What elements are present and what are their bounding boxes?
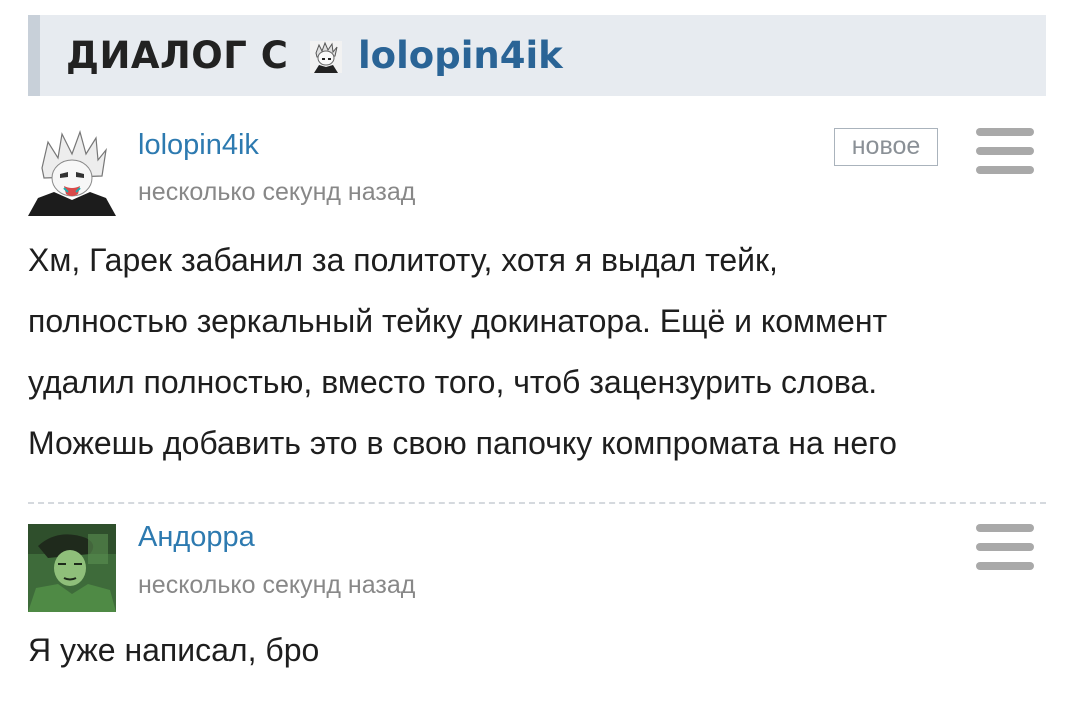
page-title: ДИАЛОГ С xyxy=(66,34,289,77)
user-avatar[interactable] xyxy=(28,128,116,216)
message-text-line: Я уже написал, бро xyxy=(28,632,320,668)
message-text-line: удалил полностью, вместо того, чтоб заце… xyxy=(28,364,878,400)
hamburger-menu-icon[interactable] xyxy=(976,524,1034,570)
header-accent-bar xyxy=(28,15,40,96)
message-text-line: Можешь добавить это в свою папочку компр… xyxy=(28,425,897,461)
message-text-line: полностью зеркальный тейку докинатора. Е… xyxy=(28,303,888,339)
message-divider xyxy=(28,502,1046,504)
user-avatar[interactable] xyxy=(28,524,116,612)
header-user-avatar[interactable] xyxy=(310,41,342,73)
hamburger-menu-icon[interactable] xyxy=(976,128,1034,174)
message-author-link[interactable]: lolopin4ik xyxy=(138,128,259,162)
header-username-link[interactable]: lolopin4ik xyxy=(358,35,563,77)
message-timestamp: несколько секунд назад xyxy=(138,571,416,599)
message-author-link[interactable]: Андорра xyxy=(138,520,255,554)
message-timestamp: несколько секунд назад xyxy=(138,178,416,206)
new-badge: новое xyxy=(834,128,938,166)
message-text-line: Хм, Гарек забанил за политоту, хотя я вы… xyxy=(28,242,778,278)
dialog-header: ДИАЛОГ С lolopin4ik xyxy=(28,15,1046,96)
